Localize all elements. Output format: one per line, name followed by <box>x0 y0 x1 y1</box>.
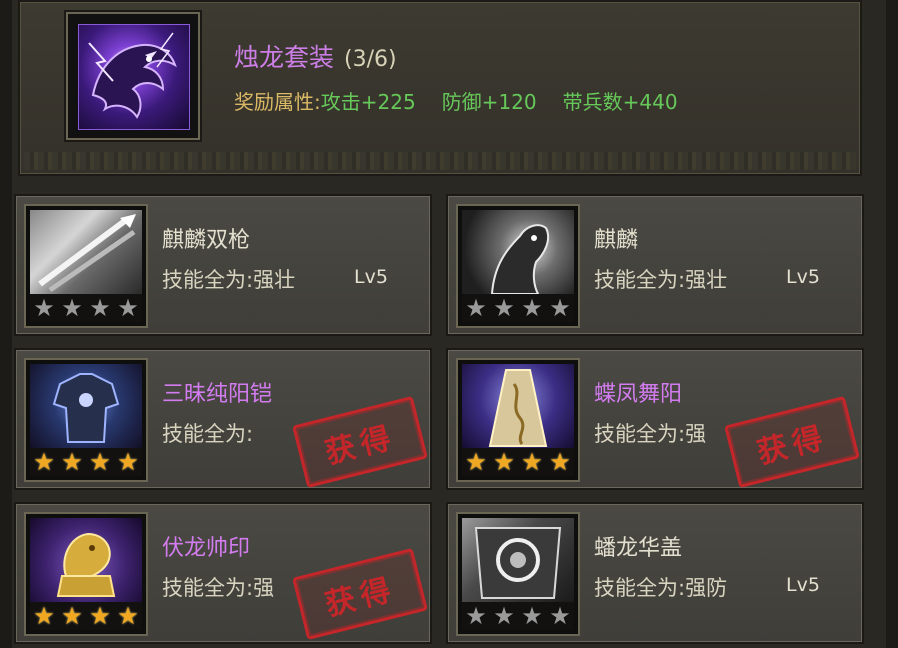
item-level: Lv5 <box>786 266 820 288</box>
item-level: Lv5 <box>786 574 820 596</box>
set-name: 烛龙套装 <box>234 43 335 72</box>
right-frame-edge <box>886 0 898 648</box>
bonus-defense: 防御+120 <box>441 90 537 114</box>
seal-icon <box>30 518 142 602</box>
item-skill: 技能全为:强 <box>162 576 275 600</box>
bonus-attack: 攻击+225 <box>320 90 416 114</box>
banner-icon <box>462 364 574 448</box>
item-skill: 技能全为:强壮 <box>594 268 728 292</box>
item-skill: 技能全为:强防 <box>594 576 728 600</box>
item-skill: 技能全为:强壮 <box>162 268 296 292</box>
set-count: (3/6) <box>344 47 397 72</box>
item-name: 伏龙帅印 <box>162 536 251 561</box>
bonus-label: 奖励属性: <box>234 90 321 114</box>
item-name: 三昧纯阳铠 <box>162 382 273 407</box>
item-thumbnail-frame: ★ ★ ★ ★ <box>456 512 580 636</box>
item-thumbnail-frame: ★ ★ ★ ★ <box>24 358 148 482</box>
obtained-stamp: 获得 <box>724 395 860 489</box>
star-rating: ★ ★ ★ ★ <box>462 448 574 476</box>
horse-icon <box>462 210 574 294</box>
set-bonus-attributes: 奖励属性:攻击+225 防御+120 带兵数+440 <box>234 86 704 115</box>
star-rating: ★ ★ ★ ★ <box>30 448 142 476</box>
item-level: Lv5 <box>354 266 388 288</box>
dragon-icon <box>78 24 190 130</box>
star-rating: ★ ★ ★ ★ <box>462 602 574 630</box>
set-icon-frame[interactable] <box>66 12 200 140</box>
armor-icon <box>30 364 142 448</box>
left-frame-edge <box>0 0 12 648</box>
set-title: 烛龙套装 (3/6) <box>234 38 397 74</box>
item-name: 麒麟双枪 <box>162 228 251 253</box>
dual-spear-icon <box>30 210 142 294</box>
set-item-card[interactable]: ★ ★ ★ ★ 麒麟双枪 技能全为:强壮 Lv5 <box>14 194 432 336</box>
obtained-stamp: 获得 <box>292 547 428 641</box>
star-rating: ★ ★ ★ ★ <box>30 602 142 630</box>
item-name: 蟠龙华盖 <box>594 536 683 561</box>
item-skill: 技能全为: <box>162 422 254 446</box>
set-item-card[interactable]: ★ ★ ★ ★ 三昧纯阳铠 技能全为: 获得 <box>14 348 432 490</box>
item-skill: 技能全为:强 <box>594 422 707 446</box>
star-rating: ★ ★ ★ ★ <box>30 294 142 322</box>
item-name: 蝶凤舞阳 <box>594 382 683 407</box>
item-name: 麒麟 <box>594 228 639 253</box>
star-rating: ★ ★ ★ ★ <box>462 294 574 322</box>
decorative-stripe <box>24 152 856 170</box>
item-thumbnail-frame: ★ ★ ★ ★ <box>456 204 580 328</box>
canopy-banner-icon <box>462 518 574 602</box>
set-item-card[interactable]: ★ ★ ★ ★ 伏龙帅印 技能全为:强 获得 <box>14 502 432 644</box>
set-bonus-panel: 烛龙套装 (3/6) 奖励属性:攻击+225 防御+120 带兵数+440 <box>18 0 862 176</box>
item-thumbnail-frame: ★ ★ ★ ★ <box>456 358 580 482</box>
item-thumbnail-frame: ★ ★ ★ ★ <box>24 512 148 636</box>
set-item-card[interactable]: ★ ★ ★ ★ 蟠龙华盖 技能全为:强防 Lv5 <box>446 502 864 644</box>
bonus-troops: 带兵数+440 <box>562 90 678 114</box>
item-thumbnail-frame: ★ ★ ★ ★ <box>24 204 148 328</box>
obtained-stamp: 获得 <box>292 395 428 489</box>
set-item-card[interactable]: ★ ★ ★ ★ 蝶凤舞阳 技能全为:强 获得 <box>446 348 864 490</box>
set-item-card[interactable]: ★ ★ ★ ★ 麒麟 技能全为:强壮 Lv5 <box>446 194 864 336</box>
